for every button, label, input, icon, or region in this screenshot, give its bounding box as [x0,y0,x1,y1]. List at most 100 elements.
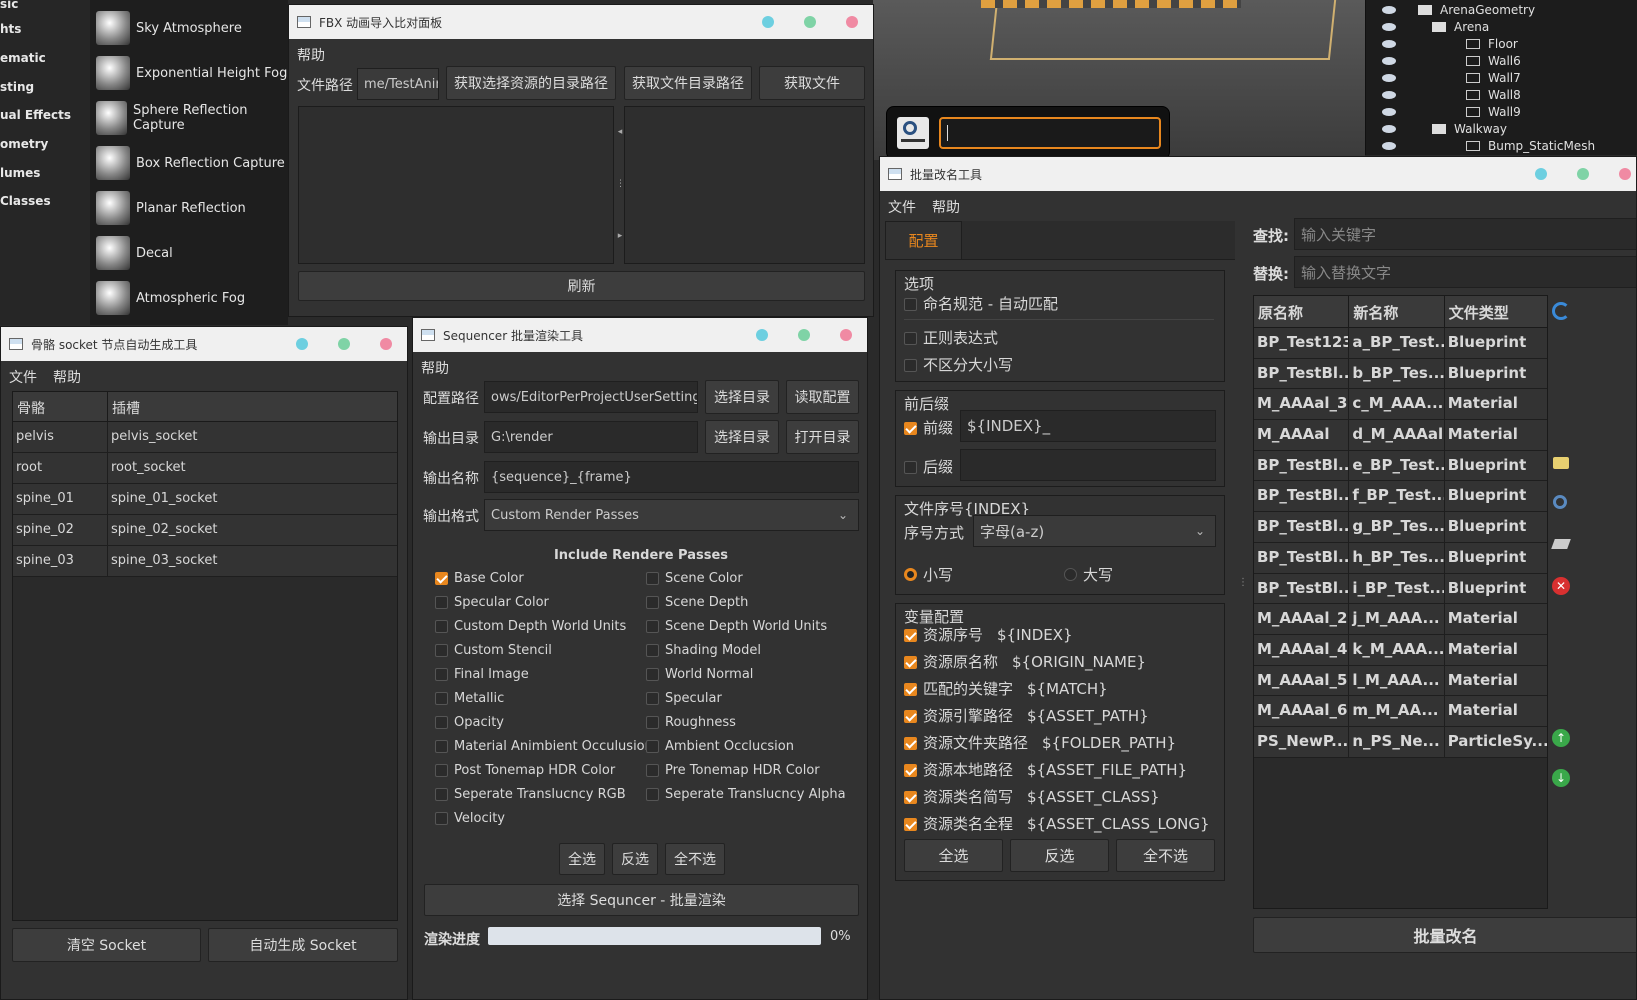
outliner-row[interactable]: Wall8 [1366,87,1637,104]
table-row[interactable]: pelvis pelvis_socket [13,422,397,453]
minimize-button[interactable] [762,16,774,28]
pass-checkbox[interactable]: Scene Depth [646,595,748,610]
maximize-button[interactable] [798,329,810,341]
select-none-passes-button[interactable]: 全不选 [665,843,725,875]
maximize-button[interactable] [338,338,350,350]
table-row[interactable]: M_AAAal_6 m_M_AA... Material [1254,696,1547,727]
output-name-input[interactable]: {sequence}_{frame} [484,461,859,493]
outliner-row[interactable]: Bump_StaticMesh [1366,138,1637,155]
pass-checkbox[interactable]: Custom Stencil [435,643,552,658]
config-path-input[interactable]: ows/EditorPerProjectUserSettings.ini [484,381,698,413]
pass-checkbox[interactable]: Post Tonemap HDR Color [435,763,615,778]
table-row[interactable]: BP_TestBl... f_BP_Test... Blueprint [1254,481,1547,513]
close-button[interactable] [846,16,858,28]
sidebar-item[interactable]: Classes [0,194,51,208]
table-row[interactable]: BP_TestBl... g_BP_Tes... Blueprint [1254,512,1547,543]
place-actor-item[interactable]: Planar Reflection [96,188,246,228]
eye-icon[interactable] [1382,125,1396,133]
place-actor-item[interactable]: Exponential Height Fog [96,53,287,93]
table-row[interactable]: BP_TestBl... e_BP_Test... Blueprint [1254,450,1547,482]
pass-checkbox[interactable]: Scene Depth World Units [646,619,827,634]
place-actor-item[interactable]: Sphere Reflection Capture [96,98,288,138]
naming-convention-checkbox[interactable]: 命名规范 - 自动匹配 [904,293,1058,314]
pass-checkbox[interactable]: Opacity [435,715,504,730]
sidebar-item[interactable]: ometry [0,137,48,151]
table-row[interactable]: BP_TestBl... i_BP_Test... Blueprint [1254,573,1547,605]
column-header-new[interactable]: 新名称 [1349,296,1445,327]
outliner-row[interactable]: ArenaGeometry [1366,2,1637,19]
suffix-input[interactable] [960,449,1216,481]
table-row[interactable]: spine_03 spine_03_socket [13,546,397,577]
get-file-dir-button[interactable]: 获取文件目录路径 [624,66,752,100]
auto-generate-socket-button[interactable]: 自动生成 Socket [208,928,398,962]
pass-checkbox[interactable]: Specular [646,691,722,706]
table-row[interactable]: spine_02 spine_02_socket [13,515,397,546]
pass-checkbox[interactable]: Scene Color [646,571,743,586]
table-row[interactable]: BP_Test123 a_BP_Test... Blueprint [1254,328,1547,359]
order-select[interactable]: 字母(a-z) ⌄ [973,515,1216,547]
panel-splitter[interactable]: ⋮ [1238,577,1248,588]
column-header-original[interactable]: 原名称 [1254,296,1350,327]
column-header-bone[interactable]: 骨骼 [13,392,108,421]
get-file-button[interactable]: 获取文件 [759,66,865,100]
move-down-icon[interactable]: ↓ [1552,769,1570,787]
select-all-vars-button[interactable]: 全选 [904,839,1003,872]
pass-checkbox[interactable]: World Normal [646,667,753,682]
menu-help[interactable]: 帮助 [421,358,449,378]
sidebar-item[interactable]: sting [0,80,34,94]
output-format-select[interactable]: Custom Render Passes ⌄ [484,499,859,531]
get-selected-dir-button[interactable]: 获取选择资源的目录路径 [446,66,616,100]
sidebar-item[interactable]: lumes [0,166,40,180]
variable-checkbox[interactable]: 资源类名简写 ${ASSET_CLASS} [904,786,1160,807]
outliner-row[interactable]: Walkway [1366,121,1637,138]
pass-checkbox[interactable]: Seperate Translucncy RGB [435,787,626,802]
close-button[interactable] [380,338,392,350]
clear-socket-button[interactable]: 清空 Socket [12,928,201,962]
find-input[interactable]: 输入关键字 [1294,218,1636,250]
select-all-passes-button[interactable]: 全选 [559,843,605,875]
place-actor-item[interactable]: Decal [96,233,173,273]
minimize-button[interactable] [1535,168,1547,180]
table-row[interactable]: M_AAAal_2 j_M_AAA... Material [1254,604,1547,635]
menu-help[interactable]: 帮助 [53,367,81,387]
table-row[interactable]: BP_TestBl... b_BP_Tes... Blueprint [1254,358,1547,390]
splitter-handle[interactable]: ◂ ⋮ ▸ [616,106,625,264]
maximize-button[interactable] [1577,168,1589,180]
outliner-row[interactable]: Wall6 [1366,53,1637,70]
select-config-dir-button[interactable]: 选择目录 [705,380,779,414]
eye-icon[interactable] [1382,74,1396,82]
batch-render-button[interactable]: 选择 Sequncer - 批量渲染 [424,884,859,916]
prefix-input[interactable]: ${INDEX}_ [960,410,1216,442]
eye-icon[interactable] [1382,91,1396,99]
select-none-vars-button[interactable]: 全不选 [1116,839,1215,872]
eye-icon[interactable] [1382,40,1396,48]
pass-checkbox[interactable]: Pre Tonemap HDR Color [646,763,820,778]
batch-rename-button[interactable]: 批量改名 [1253,917,1636,953]
outliner-row[interactable]: Wall9 [1366,104,1637,121]
folder-icon[interactable] [1553,457,1569,469]
place-actor-item[interactable]: Sky Atmosphere [96,8,242,48]
suffix-checkbox[interactable]: 后缀 [904,456,953,477]
search-icon[interactable] [1553,495,1567,509]
select-output-dir-button[interactable]: 选择目录 [705,420,779,454]
pass-checkbox[interactable]: Metallic [435,691,504,706]
eye-icon[interactable] [1382,142,1396,150]
refresh-button[interactable]: 刷新 [298,271,865,301]
variable-checkbox[interactable]: 资源原名称 ${ORIGIN_NAME} [904,651,1146,672]
close-button[interactable] [840,329,852,341]
invert-vars-button[interactable]: 反选 [1010,839,1109,872]
tab-config[interactable]: 配置 [885,221,962,259]
table-row[interactable]: spine_01 spine_01_socket [13,484,397,515]
uppercase-radio[interactable]: 大写 [1064,564,1113,585]
replace-input[interactable]: 输入替换文字 [1294,256,1636,288]
menu-file[interactable]: 文件 [9,367,37,387]
pass-checkbox[interactable]: Custom Depth World Units [435,619,626,634]
table-row[interactable]: BP_TestBl... h_BP_Tes... Blueprint [1254,542,1547,574]
variable-checkbox[interactable]: 资源类名全程 ${ASSET_CLASS_LONG} [904,813,1210,834]
regex-checkbox[interactable]: 正则表达式 [904,327,998,348]
fbx-path-input[interactable]: me/TestAnim [357,68,439,100]
pass-checkbox[interactable]: Seperate Translucncy Alpha [646,787,846,802]
variable-checkbox[interactable]: 资源序号 ${INDEX} [904,624,1073,645]
table-row[interactable]: root root_socket [13,453,397,484]
variable-checkbox[interactable]: 资源文件夹路径 ${FOLDER_PATH} [904,732,1176,753]
